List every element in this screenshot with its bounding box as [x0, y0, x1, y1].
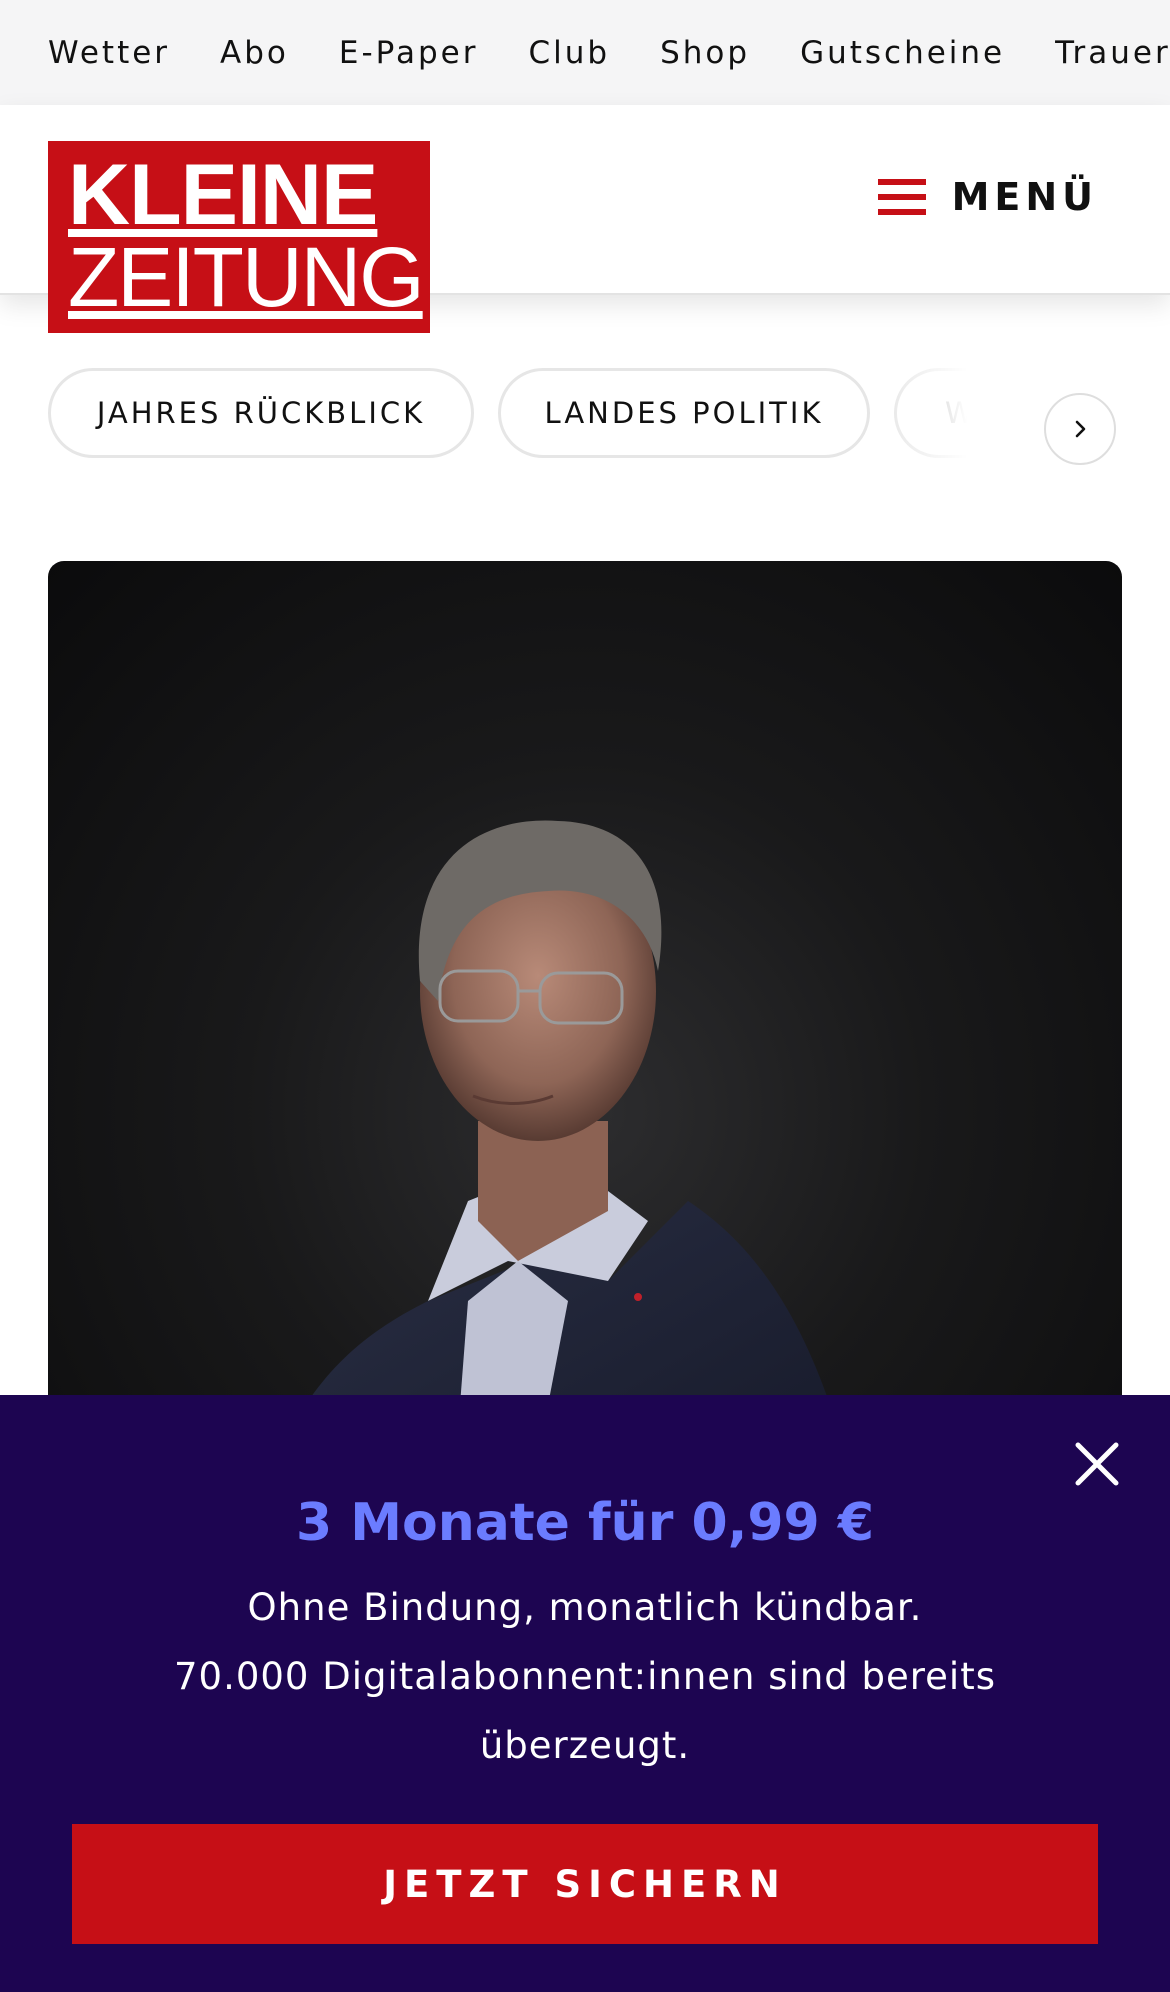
paywall-subscribe-button[interactable]: JETZT SICHERN — [72, 1824, 1098, 1944]
category-pills: JAHRES RÜCKBLICK LANDES POLITIK WE — [0, 358, 1170, 470]
nav-link-abo[interactable]: Abo — [220, 35, 289, 71]
page: Wetter Abo E-Paper Club Shop Gutscheine … — [0, 0, 1170, 1992]
nav-link-club[interactable]: Club — [528, 35, 610, 71]
nav-link-trauerportal[interactable]: Trauerpo — [1055, 35, 1170, 71]
hamburger-icon — [877, 179, 926, 215]
nav-link-gutscheine[interactable]: Gutscheine — [800, 35, 1005, 71]
utility-nav: Wetter Abo E-Paper Club Shop Gutscheine … — [0, 0, 1170, 105]
logo-line-kleine: KLEINE — [68, 147, 378, 243]
site-logo[interactable]: KLEINE ZEITUNG — [48, 141, 430, 333]
paywall-close-button[interactable] — [1074, 1441, 1120, 1487]
nav-link-wetter[interactable]: Wetter — [48, 35, 170, 71]
paywall-text-line1: Ohne Bindung, monatlich kündbar. — [247, 1586, 923, 1629]
menu-button[interactable]: MENÜ — [877, 175, 1098, 219]
logo-line-zeitung: ZEITUNG — [68, 230, 425, 324]
pills-next-button[interactable] — [1044, 393, 1116, 465]
close-icon — [1075, 1442, 1119, 1486]
paywall-banner: 3 Monate für 0,99 € Ohne Bindung, monatl… — [0, 1395, 1170, 1992]
pills-fade-overlay — [880, 358, 1170, 470]
category-pill-landespolitik[interactable]: LANDES POLITIK — [498, 368, 870, 458]
category-pill-jahresrueckblick[interactable]: JAHRES RÜCKBLICK — [48, 368, 474, 458]
chevron-right-icon — [1075, 420, 1086, 438]
site-header: KLEINE ZEITUNG MENÜ — [0, 105, 1170, 333]
menu-label: MENÜ — [951, 175, 1098, 219]
paywall-text-line2: 70.000 Digitalabonnent:innen sind bereit… — [174, 1655, 996, 1767]
paywall-description: Ohne Bindung, monatlich kündbar. 70.000 … — [150, 1573, 1020, 1780]
nav-link-epaper[interactable]: E-Paper — [339, 35, 479, 71]
nav-link-shop[interactable]: Shop — [660, 35, 750, 71]
paywall-offer-title: 3 Monate für 0,99 € — [295, 1493, 875, 1553]
